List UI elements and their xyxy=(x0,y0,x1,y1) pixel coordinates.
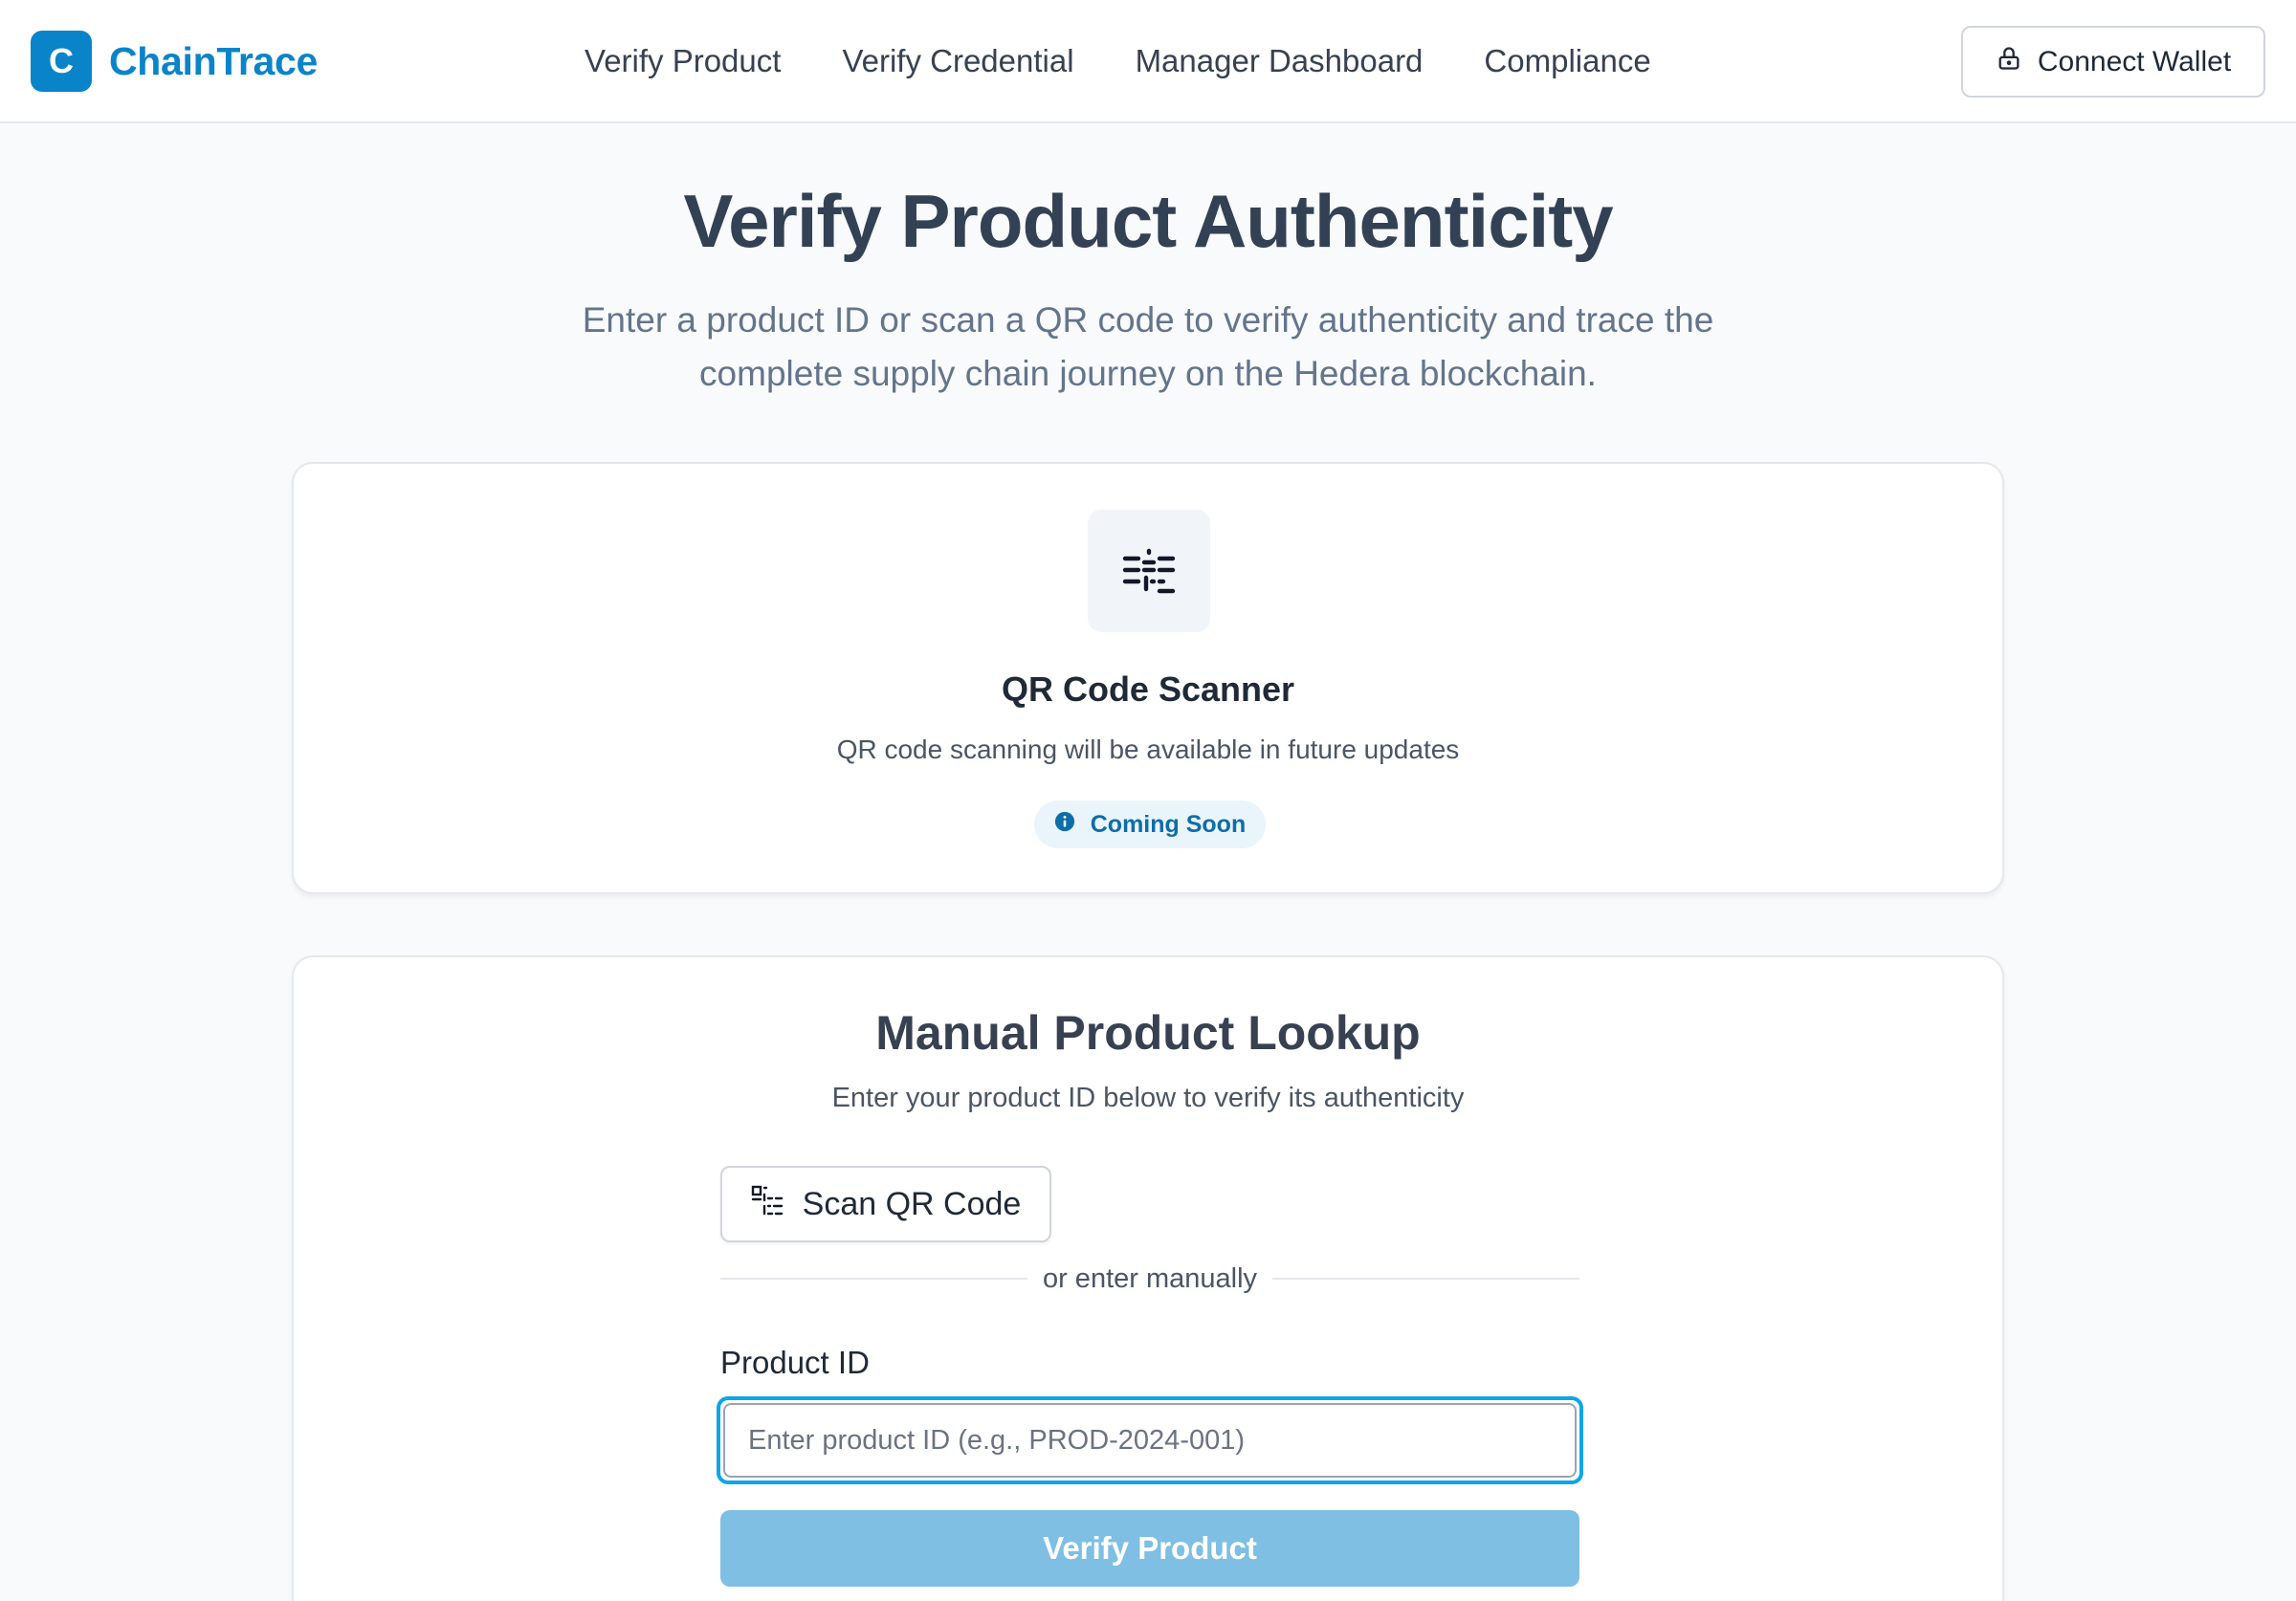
connect-wallet-button[interactable]: Connect Wallet xyxy=(1961,26,2265,98)
lock-icon xyxy=(1996,45,2038,79)
manual-lookup-title: Manual Product Lookup xyxy=(875,1006,1421,1060)
brand[interactable]: C ChainTrace xyxy=(31,31,318,92)
manual-lookup-subtitle: Enter your product ID below to verify it… xyxy=(831,1083,1465,1113)
qr-scanner-card: QR Code Scanner QR code scanning will be… xyxy=(292,462,2004,894)
nav-verify-credential[interactable]: Verify Credential xyxy=(842,38,1073,84)
qr-scanner-title: QR Code Scanner xyxy=(1001,669,1295,709)
product-id-label: Product ID xyxy=(720,1345,870,1380)
qr-code-icon xyxy=(751,1185,803,1224)
info-icon xyxy=(1054,811,1091,839)
or-divider: or enter manually xyxy=(720,1260,1579,1298)
verify-product-button[interactable]: Verify Product xyxy=(720,1510,1579,1587)
nav-verify-product[interactable]: Verify Product xyxy=(585,38,781,84)
manual-lookup-card: Manual Product Lookup Enter your product… xyxy=(292,955,2004,1601)
product-id-input[interactable] xyxy=(723,1403,1577,1478)
coming-soon-label: Coming Soon xyxy=(1090,810,1247,838)
coming-soon-badge: Coming Soon xyxy=(1034,800,1266,848)
brand-name: ChainTrace xyxy=(109,38,319,83)
divider-line-right xyxy=(1272,1278,1579,1280)
nav-manager-dashboard[interactable]: Manager Dashboard xyxy=(1136,38,1424,84)
brand-logo: C xyxy=(31,31,92,92)
top-navbar: C ChainTrace Verify Product Verify Crede… xyxy=(0,0,2296,123)
scan-qr-code-label: Scan QR Code xyxy=(802,1185,1022,1222)
divider-text: or enter manually xyxy=(1042,1262,1258,1294)
connect-wallet-label: Connect Wallet xyxy=(2037,45,2232,77)
qr-scan-icon xyxy=(1088,510,1210,632)
scan-qr-code-button[interactable]: Scan QR Code xyxy=(720,1166,1051,1242)
page-title: Verify Product Authenticity xyxy=(683,179,1613,263)
divider-line-left xyxy=(720,1278,1027,1280)
qr-scanner-description: QR code scanning will be available in fu… xyxy=(836,735,1460,764)
nav-compliance[interactable]: Compliance xyxy=(1484,38,1650,84)
product-id-focus-ring xyxy=(717,1396,1583,1484)
page-subtitle: Enter a product ID or scan a QR code to … xyxy=(582,300,1714,393)
main-nav: Verify Product Verify Credential Manager… xyxy=(585,38,1651,84)
